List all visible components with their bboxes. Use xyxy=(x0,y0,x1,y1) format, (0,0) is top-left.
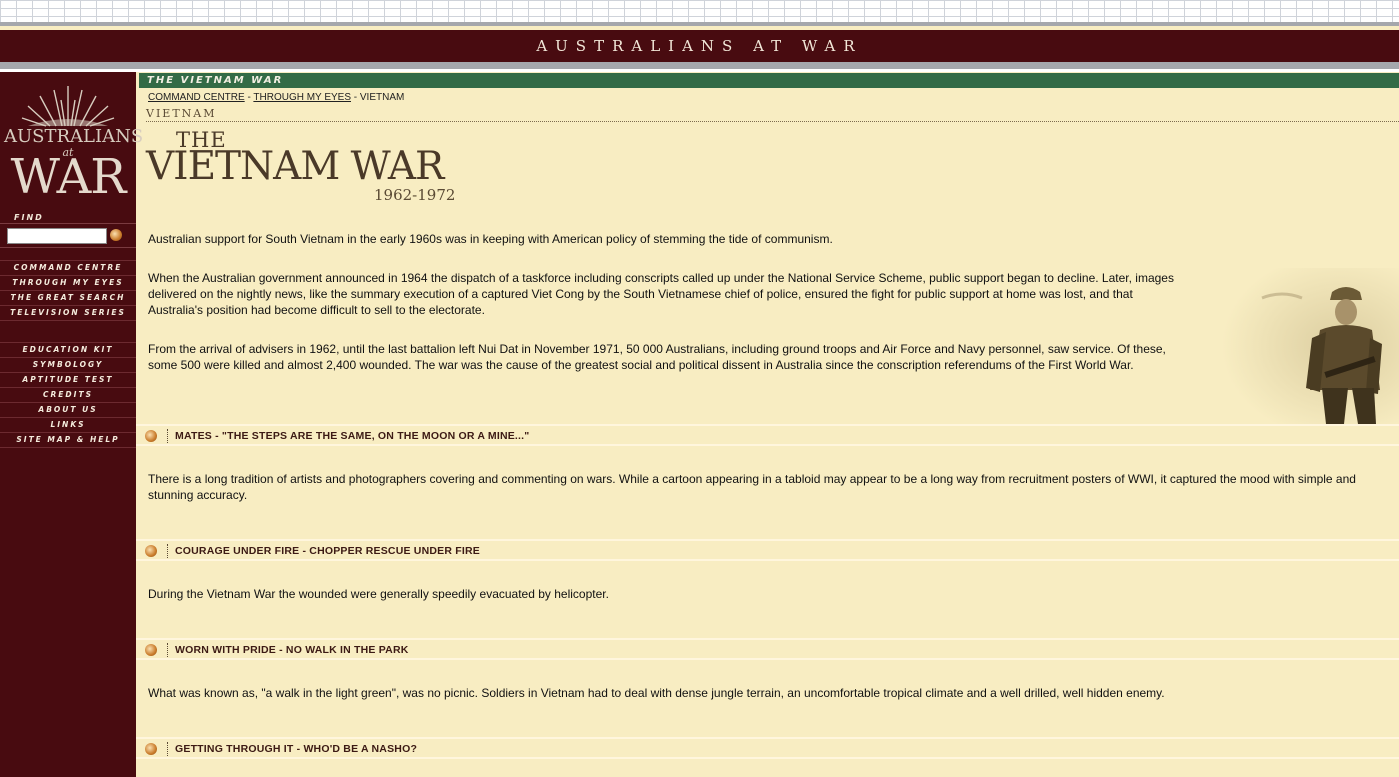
story-text-courage: During the Vietnam War the wounded were … xyxy=(148,587,609,601)
dotted-divider xyxy=(167,643,169,657)
nav-site-map-help[interactable]: SITE MAP & HELP xyxy=(0,433,136,448)
story-title[interactable]: COURAGE UNDER FIRE - CHOPPER RESCUE UNDE… xyxy=(175,545,480,557)
intro-paragraph-3: From the arrival of advisers in 1962, un… xyxy=(148,342,1166,372)
dotted-divider xyxy=(167,544,169,558)
sidebar-divider xyxy=(0,223,136,224)
intro-paragraph-2: When the Australian government announced… xyxy=(148,271,1174,317)
page-heading: THE VIETNAM WAR 1962-1972 xyxy=(146,128,476,208)
logo-word-war: WAR xyxy=(10,149,127,205)
dotted-divider xyxy=(167,429,169,443)
top-grid-strip xyxy=(0,0,1399,22)
breadcrumb-command-centre[interactable]: COMMAND CENTRE xyxy=(148,92,245,103)
site-title-bar: AUSTRALIANS AT WAR xyxy=(0,30,1399,62)
nav-through-my-eyes[interactable]: THROUGH MY EYES xyxy=(0,276,136,291)
logo-burst-icon xyxy=(21,86,115,127)
logo-word-australians: AUSTRALIANS xyxy=(4,126,144,147)
nav-about-us[interactable]: ABOUT US xyxy=(0,403,136,418)
story-text-mates: There is a long tradition of artists and… xyxy=(148,472,1356,502)
sidebar-divider xyxy=(0,247,136,248)
nav-education-kit[interactable]: EDUCATION KIT xyxy=(0,342,136,358)
search-input[interactable] xyxy=(7,228,107,244)
breadcrumb: COMMAND CENTRE - THROUGH MY EYES - VIETN… xyxy=(148,92,404,103)
story-title[interactable]: GETTING THROUGH IT - WHO'D BE A NASHO? xyxy=(175,743,417,755)
top-grey-band xyxy=(0,22,1399,26)
breadcrumb-separator: - xyxy=(351,92,360,103)
section-title-bar: THE VIETNAM WAR xyxy=(139,73,1399,88)
orange-arrow-bullet-icon[interactable] xyxy=(145,545,157,557)
story-text-worn-with-pride: What was known as, "a walk in the light … xyxy=(148,686,1165,700)
orange-arrow-bullet-icon[interactable] xyxy=(145,743,157,755)
soldier-image xyxy=(1202,268,1399,424)
heading-title: VIETNAM WAR xyxy=(146,144,444,189)
secondary-nav: EDUCATION KIT SYMBOLOGY APTITUDE TEST CR… xyxy=(0,342,136,448)
orange-arrow-bullet-icon[interactable] xyxy=(145,644,157,656)
breadcrumb-through-my-eyes[interactable]: THROUGH MY EYES xyxy=(253,92,351,103)
intro-paragraph-1: Australian support for South Vietnam in … xyxy=(148,232,833,246)
nav-the-great-search[interactable]: THE GREAT SEARCH xyxy=(0,291,136,306)
nav-aptitude-test[interactable]: APTITUDE TEST xyxy=(0,373,136,388)
story-header-worn-with-pride[interactable]: WORN WITH PRIDE - NO WALK IN THE PARK xyxy=(136,638,1399,660)
site-title: AUSTRALIANS AT WAR xyxy=(536,37,863,55)
main-content: THE VIETNAM WAR COMMAND CENTRE - THROUGH… xyxy=(136,72,1399,777)
find-label: FIND xyxy=(14,213,44,222)
heading-years: 1962-1972 xyxy=(374,186,456,204)
story-header-courage[interactable]: COURAGE UNDER FIRE - CHOPPER RESCUE UNDE… xyxy=(136,539,1399,561)
story-title[interactable]: MATES - "THE STEPS ARE THE SAME, ON THE … xyxy=(175,430,529,442)
story-header-getting-through[interactable]: GETTING THROUGH IT - WHO'D BE A NASHO? xyxy=(136,737,1399,759)
story-title[interactable]: WORN WITH PRIDE - NO WALK IN THE PARK xyxy=(175,644,409,656)
breadcrumb-current: VIETNAM xyxy=(359,92,405,103)
story-header-mates[interactable]: MATES - "THE STEPS ARE THE SAME, ON THE … xyxy=(136,424,1399,446)
bottom-grey-band xyxy=(0,62,1399,69)
orange-arrow-bullet-icon[interactable] xyxy=(145,430,157,442)
primary-nav: COMMAND CENTRE THROUGH MY EYES THE GREAT… xyxy=(0,260,136,321)
page-label: VIETNAM xyxy=(146,107,1399,122)
site-logo[interactable]: AUSTRALIANS at WAR xyxy=(4,78,144,206)
search-go-icon[interactable] xyxy=(110,229,122,241)
sidebar: AUSTRALIANS at WAR FIND COMMAND CENTRE T… xyxy=(0,72,144,777)
nav-command-centre[interactable]: COMMAND CENTRE xyxy=(0,260,136,276)
nav-television-series[interactable]: TELEVISION SERIES xyxy=(0,306,136,321)
nav-links[interactable]: LINKS xyxy=(0,418,136,433)
nav-symbology[interactable]: SYMBOLOGY xyxy=(0,358,136,373)
dotted-divider xyxy=(167,742,169,756)
nav-credits[interactable]: CREDITS xyxy=(0,388,136,403)
